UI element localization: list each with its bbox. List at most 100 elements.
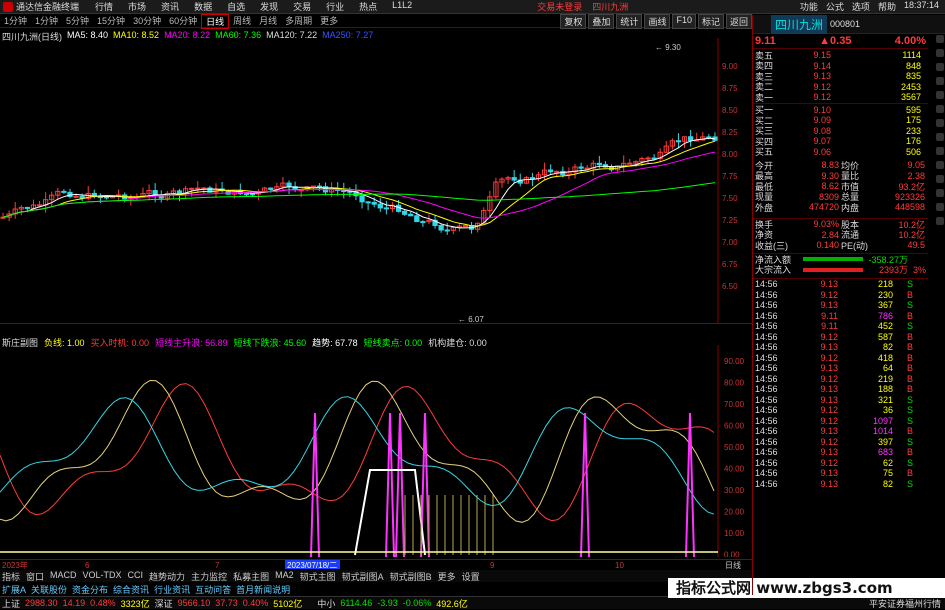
period-tab[interactable]: 周线 (229, 14, 255, 29)
period-tab[interactable]: 1分钟 (31, 14, 62, 29)
menu-item[interactable]: 行情 (95, 0, 113, 13)
menu-item[interactable]: 行业 (326, 0, 344, 13)
stat-value: 923326 (894, 191, 925, 202)
info-tab[interactable]: 互动问答 (195, 583, 231, 595)
indicator-tab[interactable]: CCI (128, 570, 144, 582)
top-right-item[interactable]: 功能 (800, 0, 818, 13)
side-tool-icon[interactable] (936, 189, 944, 197)
side-tool-icon[interactable] (936, 35, 944, 43)
top-right-item: 18:37:14 (903, 0, 939, 10)
tool-button[interactable]: 复权 (560, 13, 587, 29)
ind-axis-label: 10.00 (724, 529, 745, 538)
period-tab[interactable]: 月线 (255, 14, 281, 29)
indicator-tab[interactable]: MACD (50, 570, 77, 582)
period-tab[interactable]: 1分钟 (0, 14, 31, 29)
side-tool-icon[interactable] (936, 105, 944, 113)
indicator-tab[interactable]: 设置 (462, 570, 480, 582)
period-tab[interactable]: 5分钟 (62, 14, 93, 29)
candle-body (249, 193, 256, 196)
info-tab[interactable]: 行业资讯 (154, 583, 190, 595)
tool-button[interactable]: 画线 (644, 13, 671, 29)
tick-volume: 418 (877, 352, 893, 363)
tick-list[interactable]: 14:56 9.13 218 S 14:56 9.12 230 B 14:56 9.13 367 S 1… (753, 278, 928, 489)
tick-row: 14:56 9.12 36 S (753, 405, 928, 416)
indicator-tab[interactable]: 私募主图 (233, 570, 269, 582)
top-right-item[interactable]: 选项 (852, 0, 870, 13)
indicator-tab[interactable]: 主力监控 (191, 570, 227, 582)
menu-item[interactable]: 自选 (227, 0, 245, 13)
ma5-line (2, 137, 716, 229)
candle-body (365, 201, 371, 204)
side-tool-icon[interactable] (936, 133, 944, 141)
menu-item[interactable]: 热点 (359, 0, 377, 13)
ind-axis-label: 50.00 (724, 443, 745, 452)
stat-value: 474720 (808, 202, 839, 213)
cursor-date: 2023/07/18/二 (287, 561, 337, 569)
tool-button[interactable]: 返回 (725, 13, 752, 29)
indicator-tab[interactable]: 韧式主图 (300, 570, 336, 582)
period-tab[interactable]: 多周期 (281, 14, 316, 29)
tick-volume: 397 (877, 436, 893, 447)
book-row[interactable]: 卖一 9.12 3567 (753, 92, 928, 103)
tick-side: S (906, 415, 913, 426)
tick-volume: 82 (882, 478, 893, 489)
side-tool-icon[interactable] (936, 91, 944, 99)
period-tab[interactable]: 更多 (316, 14, 342, 29)
info-tab[interactable]: 资金分布 (72, 583, 108, 595)
current-stock-tag[interactable]: 四川九洲 (592, 0, 628, 13)
tick-side: B (906, 289, 913, 300)
stock-header: 四川九洲 000801 (753, 14, 945, 34)
indicator-tab[interactable]: 更多 (438, 570, 456, 582)
tick-price: 9.13 (820, 279, 838, 290)
stock-code: 000801 (830, 19, 861, 29)
tool-button[interactable]: 统计 (616, 13, 643, 29)
info-tab[interactable]: 扩展A (2, 583, 26, 595)
indicator-chart[interactable]: 90.00 80.00 70.00 60.00 50.00 40.00 30.00 20.00… (0, 345, 752, 557)
stat-value: 8.62 (821, 181, 839, 192)
tool-button[interactable]: 叠加 (588, 13, 615, 29)
info-tab[interactable]: 首月新闻说明 (236, 583, 290, 595)
broker-label: 平安证券福州行情 (868, 598, 941, 609)
stock-name[interactable]: 四川九洲 (771, 14, 828, 34)
indicator-tab[interactable]: 趋势动力 (149, 570, 185, 582)
book-row[interactable]: 买五 9.06 506 (753, 147, 928, 158)
tool-button[interactable]: F10 (672, 13, 696, 29)
indicator-tab[interactable]: 窗口 (26, 570, 44, 582)
period-tab[interactable]: 15分钟 (93, 14, 129, 29)
indicator-tab[interactable]: VOL-TDX (83, 570, 122, 582)
info-tab[interactable]: 关联股份 (31, 583, 67, 595)
tick-row: 14:56 9.11 786 B (753, 311, 928, 322)
menu-item[interactable]: 发现 (260, 0, 278, 13)
top-right-item[interactable]: 帮助 (878, 0, 896, 13)
menu-item[interactable]: 交易 (293, 0, 311, 13)
indicator-tab[interactable]: 韧式副图B (390, 570, 432, 582)
menu-item[interactable]: L1L2 (392, 0, 412, 13)
tool-button[interactable]: 标记 (697, 13, 724, 29)
tick-time: 14:56 (755, 468, 778, 479)
side-tool-icon[interactable] (936, 217, 944, 225)
kline-chart[interactable]: 9.00 8.75 8.50 8.25 8.00 7.75 7.50 7.25 7.00 6.75… (0, 38, 752, 323)
period-tab[interactable]: 60分钟 (165, 14, 201, 29)
info-tab[interactable]: 综合资讯 (113, 583, 149, 595)
side-tool-icon[interactable] (936, 175, 944, 183)
side-tool-icon[interactable] (936, 63, 944, 71)
tick-price: 9.12 (820, 436, 838, 447)
menu-item[interactable]: 资讯 (161, 0, 179, 13)
indicator-tab[interactable]: 指标 (2, 570, 20, 582)
period-tab[interactable]: 日线 (201, 13, 230, 29)
indicator-tab[interactable]: MA2 (275, 570, 294, 582)
trade-login-link[interactable]: 交易未登录 (537, 0, 582, 13)
book-price: 9.09 (813, 115, 831, 126)
side-tool-icon[interactable] (936, 119, 944, 127)
side-tool-icon[interactable] (936, 77, 944, 85)
side-tool-icon[interactable] (936, 147, 944, 155)
side-tool-icon[interactable] (936, 49, 944, 57)
period-tab[interactable]: 30分钟 (129, 14, 165, 29)
menu-item[interactable]: 市场 (128, 0, 146, 13)
top-right-item[interactable]: 公式 (826, 0, 844, 13)
candle-body (548, 169, 554, 173)
side-tool-icon[interactable] (936, 203, 944, 211)
menu-item[interactable]: 数据 (194, 0, 212, 13)
indicator-tab[interactable]: 韧式副图A (342, 570, 384, 582)
side-tool-icon[interactable] (936, 161, 944, 169)
